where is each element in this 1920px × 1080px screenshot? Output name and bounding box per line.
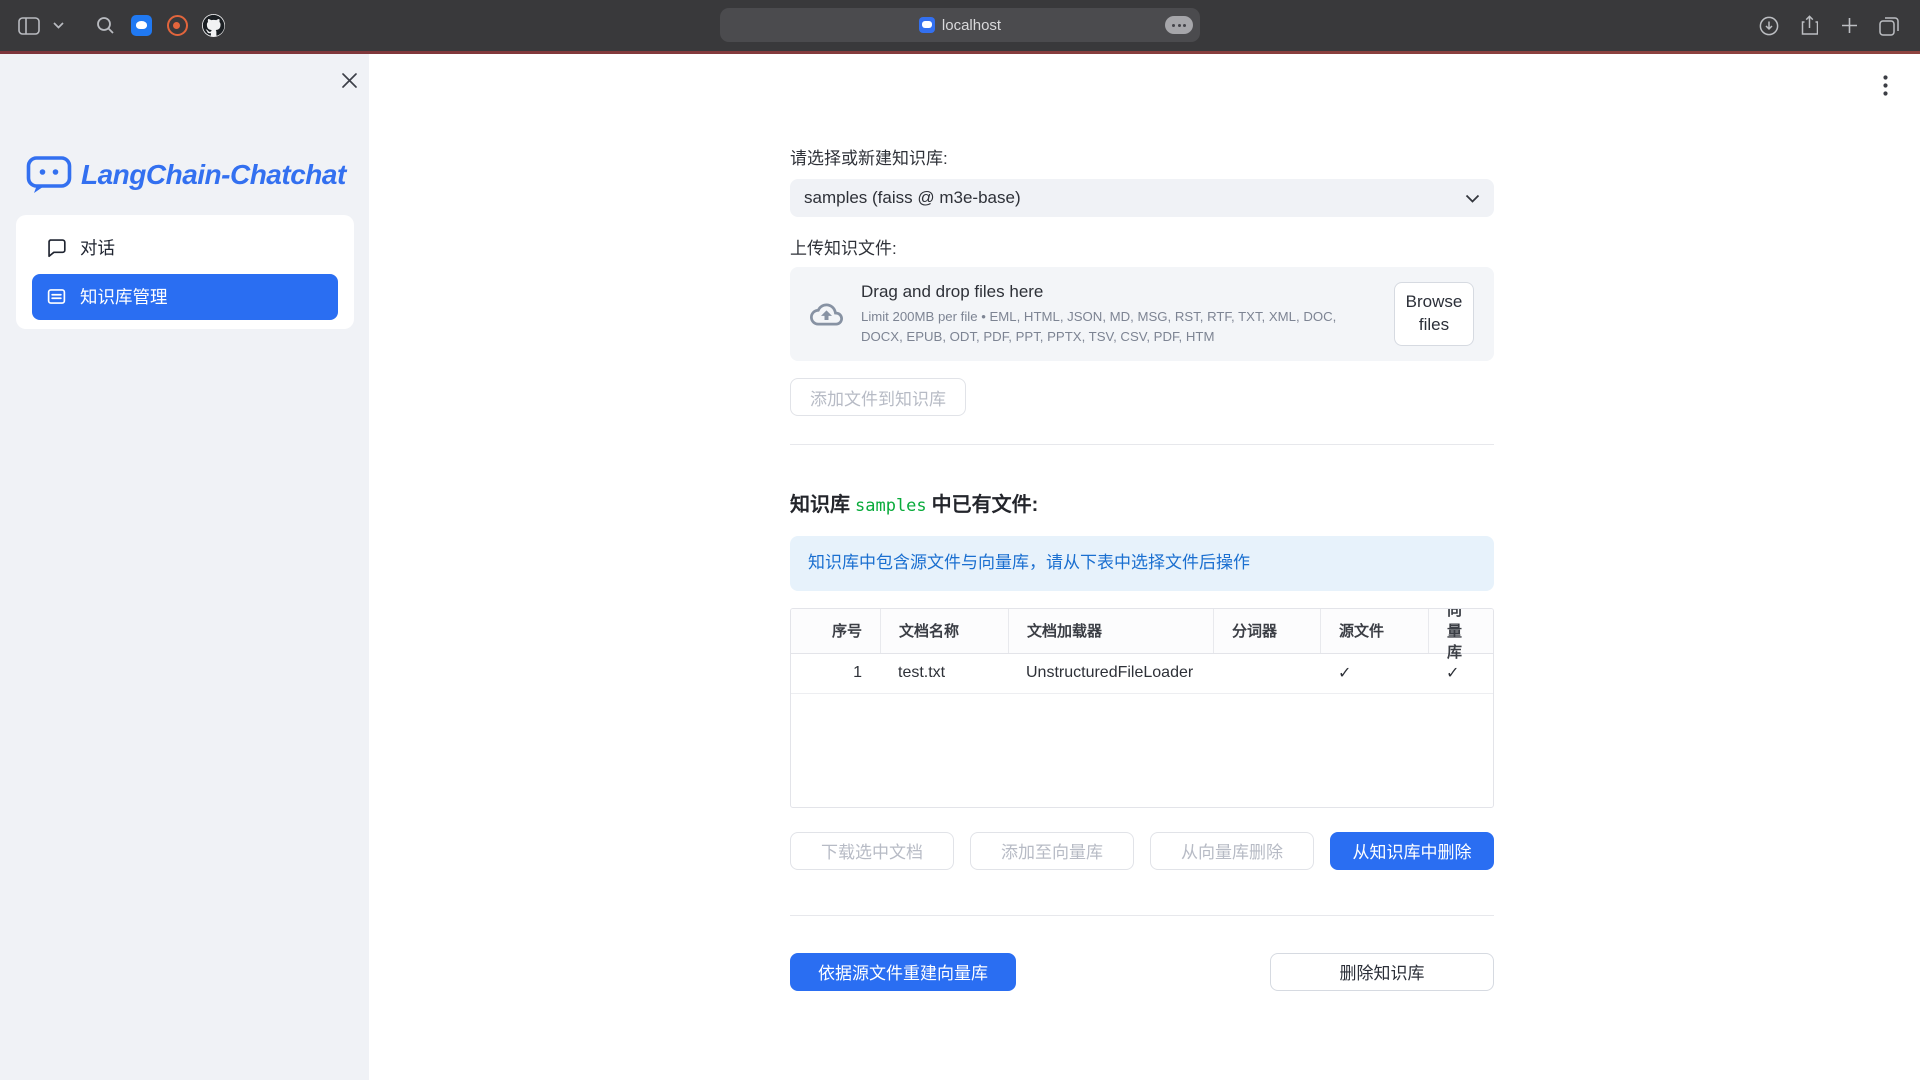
site-favicon <box>919 17 935 33</box>
sidebar-close-icon[interactable] <box>336 67 362 93</box>
download-selected-button[interactable]: 下载选中文档 <box>790 832 954 870</box>
main-menu-icon[interactable] <box>1872 70 1898 100</box>
kb-heading-code: samples <box>850 496 932 516</box>
delete-from-kb-button[interactable]: 从知识库中删除 <box>1330 832 1494 870</box>
sidebar-item-dialogue[interactable]: 对话 <box>32 224 338 271</box>
file-action-buttons: 下载选中文档 添加至向量库 从向量库删除 从知识库中删除 <box>790 832 1494 870</box>
logo-wordmark: LangChain-Chatchat <box>81 159 346 191</box>
rebuild-vector-store-button[interactable]: 依据源文件重建向量库 <box>790 953 1016 991</box>
kb-heading-prefix: 知识库 <box>790 494 850 516</box>
table-header: 分词器 <box>1213 609 1320 653</box>
table-header: 向量库 <box>1428 609 1493 653</box>
table-header: 序号 <box>791 609 880 653</box>
divider <box>790 444 1494 445</box>
select-chevron-icon <box>1465 194 1480 203</box>
add-to-vector-button[interactable]: 添加至向量库 <box>970 832 1134 870</box>
kb-select[interactable]: samples (faiss @ m3e-base) <box>790 179 1494 217</box>
upload-label: 上传知识文件: <box>790 239 1494 259</box>
cloud-upload-icon <box>810 298 843 331</box>
add-files-button[interactable]: 添加文件到知识库 <box>790 378 966 416</box>
kb-select-label: 请选择或新建知识库: <box>790 149 1494 169</box>
table-header: 文档加载器 <box>1008 609 1213 653</box>
dropzone-title: Drag and drop files here <box>861 282 1376 302</box>
app-logo: LangChain-Chatchat <box>26 154 346 195</box>
logo-chat-bubble-icon <box>26 154 72 195</box>
table-row[interactable]: 1 test.txt UnstructuredFileLoader ✓ ✓ <box>791 654 1493 694</box>
page-actions-icon[interactable] <box>1165 16 1193 34</box>
divider <box>790 915 1494 916</box>
kb-heading-suffix: 中已有文件: <box>932 494 1039 516</box>
sidebar-toggle-icon[interactable] <box>14 11 44 41</box>
github-icon[interactable] <box>198 11 228 41</box>
sidebar-menu: 对话 知识库管理 <box>16 215 354 329</box>
file-dropzone[interactable]: Drag and drop files here Limit 200MB per… <box>790 267 1494 361</box>
table-header-row: 序号 文档名称 文档加载器 分词器 源文件 向量库 <box>791 609 1493 654</box>
extension-blue-icon[interactable] <box>126 11 156 41</box>
delete-kb-button[interactable]: 删除知识库 <box>1270 953 1494 991</box>
table-header: 文档名称 <box>880 609 1008 653</box>
url-bar[interactable]: localhost <box>720 8 1200 42</box>
sidebar-item-label: 知识库管理 <box>80 284 168 309</box>
info-banner: 知识库中包含源文件与向量库，请从下表中选择文件后操作 <box>790 536 1494 591</box>
cell-index: 1 <box>791 654 880 693</box>
remove-from-vector-button[interactable]: 从向量库删除 <box>1150 832 1314 870</box>
cell-loader: UnstructuredFileLoader <box>1008 654 1213 693</box>
extension-orange-icon[interactable] <box>162 11 192 41</box>
dropzone-text: Drag and drop files here Limit 200MB per… <box>843 282 1394 345</box>
cell-vector-check: ✓ <box>1428 654 1493 693</box>
share-icon[interactable] <box>1794 11 1824 41</box>
kb-bottom-buttons: 依据源文件重建向量库 删除知识库 <box>790 953 1494 991</box>
knowledge-base-icon <box>46 286 67 307</box>
cell-splitter <box>1213 654 1320 693</box>
kb-files-heading: 知识库samples中已有文件: <box>790 493 1494 518</box>
kb-select-value: samples (faiss @ m3e-base) <box>804 188 1465 208</box>
dropzone-hint: Limit 200MB per file • EML, HTML, JSON, … <box>861 307 1376 345</box>
search-icon[interactable] <box>90 11 120 41</box>
new-tab-icon[interactable] <box>1834 11 1864 41</box>
tab-overview-icon[interactable] <box>1874 11 1904 41</box>
chat-bubble-icon <box>46 237 67 258</box>
downloads-icon[interactable] <box>1754 11 1784 41</box>
app-page: LangChain-Chatchat 对话 知识库管理 请选择或新建知识库: s <box>0 54 1920 1080</box>
browse-files-button[interactable]: Browse files <box>1394 282 1474 346</box>
sidebar-item-knowledge-base[interactable]: 知识库管理 <box>32 274 338 321</box>
main-content: 请选择或新建知识库: samples (faiss @ m3e-base) 上传… <box>790 149 1494 991</box>
chevron-down-icon[interactable] <box>50 11 66 41</box>
files-table: 序号 文档名称 文档加载器 分词器 源文件 向量库 1 test.txt Uns… <box>790 608 1494 808</box>
cell-source-check: ✓ <box>1320 654 1428 693</box>
sidebar: LangChain-Chatchat 对话 知识库管理 <box>0 54 369 1080</box>
browser-toolbar: localhost <box>0 0 1920 51</box>
table-header: 源文件 <box>1320 609 1428 653</box>
sidebar-item-label: 对话 <box>80 235 115 260</box>
cell-doc-name: test.txt <box>880 654 1008 693</box>
url-text: localhost <box>942 17 1001 34</box>
